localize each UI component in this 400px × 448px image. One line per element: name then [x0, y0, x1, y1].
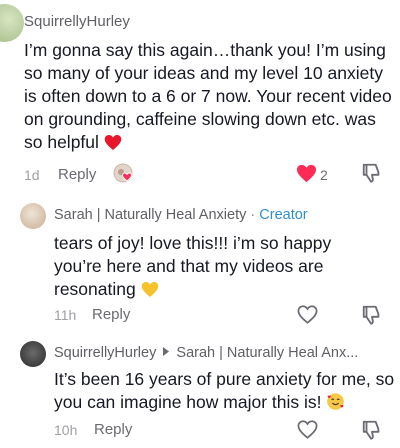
reply-text: tears of joy! love this!!! i’m so happy … — [54, 232, 344, 304]
like-count: 2 — [320, 167, 328, 183]
smiling-hearts-emoji — [326, 392, 345, 417]
creator-avatar[interactable] — [20, 203, 46, 229]
creator-badge: Creator — [259, 207, 308, 223]
commenter-avatar[interactable] — [0, 4, 24, 42]
yellow-heart-emoji — [141, 281, 159, 304]
creator-like-avatar-icon — [113, 163, 137, 185]
reply-to-username[interactable]: Sarah | Naturally Heal Anx... — [176, 345, 358, 361]
reply-button[interactable]: Reply — [92, 306, 130, 323]
reply-username-text[interactable]: Sarah | Naturally Heal Anxiety — [54, 207, 246, 223]
comment-text: I’m gonna say this again…thank you! I’m … — [24, 39, 394, 157]
commenter-avatar[interactable] — [20, 341, 46, 367]
reply-arrow-icon — [162, 347, 170, 356]
red-heart-emoji — [104, 134, 122, 157]
thumbs-down-icon[interactable] — [361, 304, 383, 326]
heart-icon[interactable] — [297, 420, 318, 439]
comment-text-content: I’m gonna say this again…thank you! I’m … — [24, 40, 392, 152]
thumbs-down-icon[interactable] — [361, 162, 383, 184]
separator-dot: · — [250, 207, 256, 223]
reply-text: It’s been 16 years of pure anxiety for m… — [54, 368, 399, 417]
reply-username-text[interactable]: SquirrellyHurley — [54, 345, 156, 361]
thumbs-down-icon[interactable] — [361, 419, 383, 441]
comment-time: 1d — [24, 167, 40, 183]
comment-username[interactable]: SquirrellyHurley — [24, 13, 130, 30]
reply-time: 10h — [54, 422, 78, 438]
reply-button[interactable]: Reply — [94, 421, 132, 438]
heart-icon[interactable] — [297, 305, 318, 324]
reply-text-content: tears of joy! love this!!! i’m so happy … — [54, 233, 332, 299]
reply-button[interactable]: Reply — [58, 166, 96, 183]
reply-username[interactable]: Sarah | Naturally Heal Anxiety · Creator — [54, 207, 308, 223]
reply-username[interactable]: SquirrellyHurley Sarah | Naturally Heal … — [54, 345, 358, 361]
heart-icon[interactable] — [296, 164, 317, 183]
reply-time: 11h — [54, 307, 77, 323]
